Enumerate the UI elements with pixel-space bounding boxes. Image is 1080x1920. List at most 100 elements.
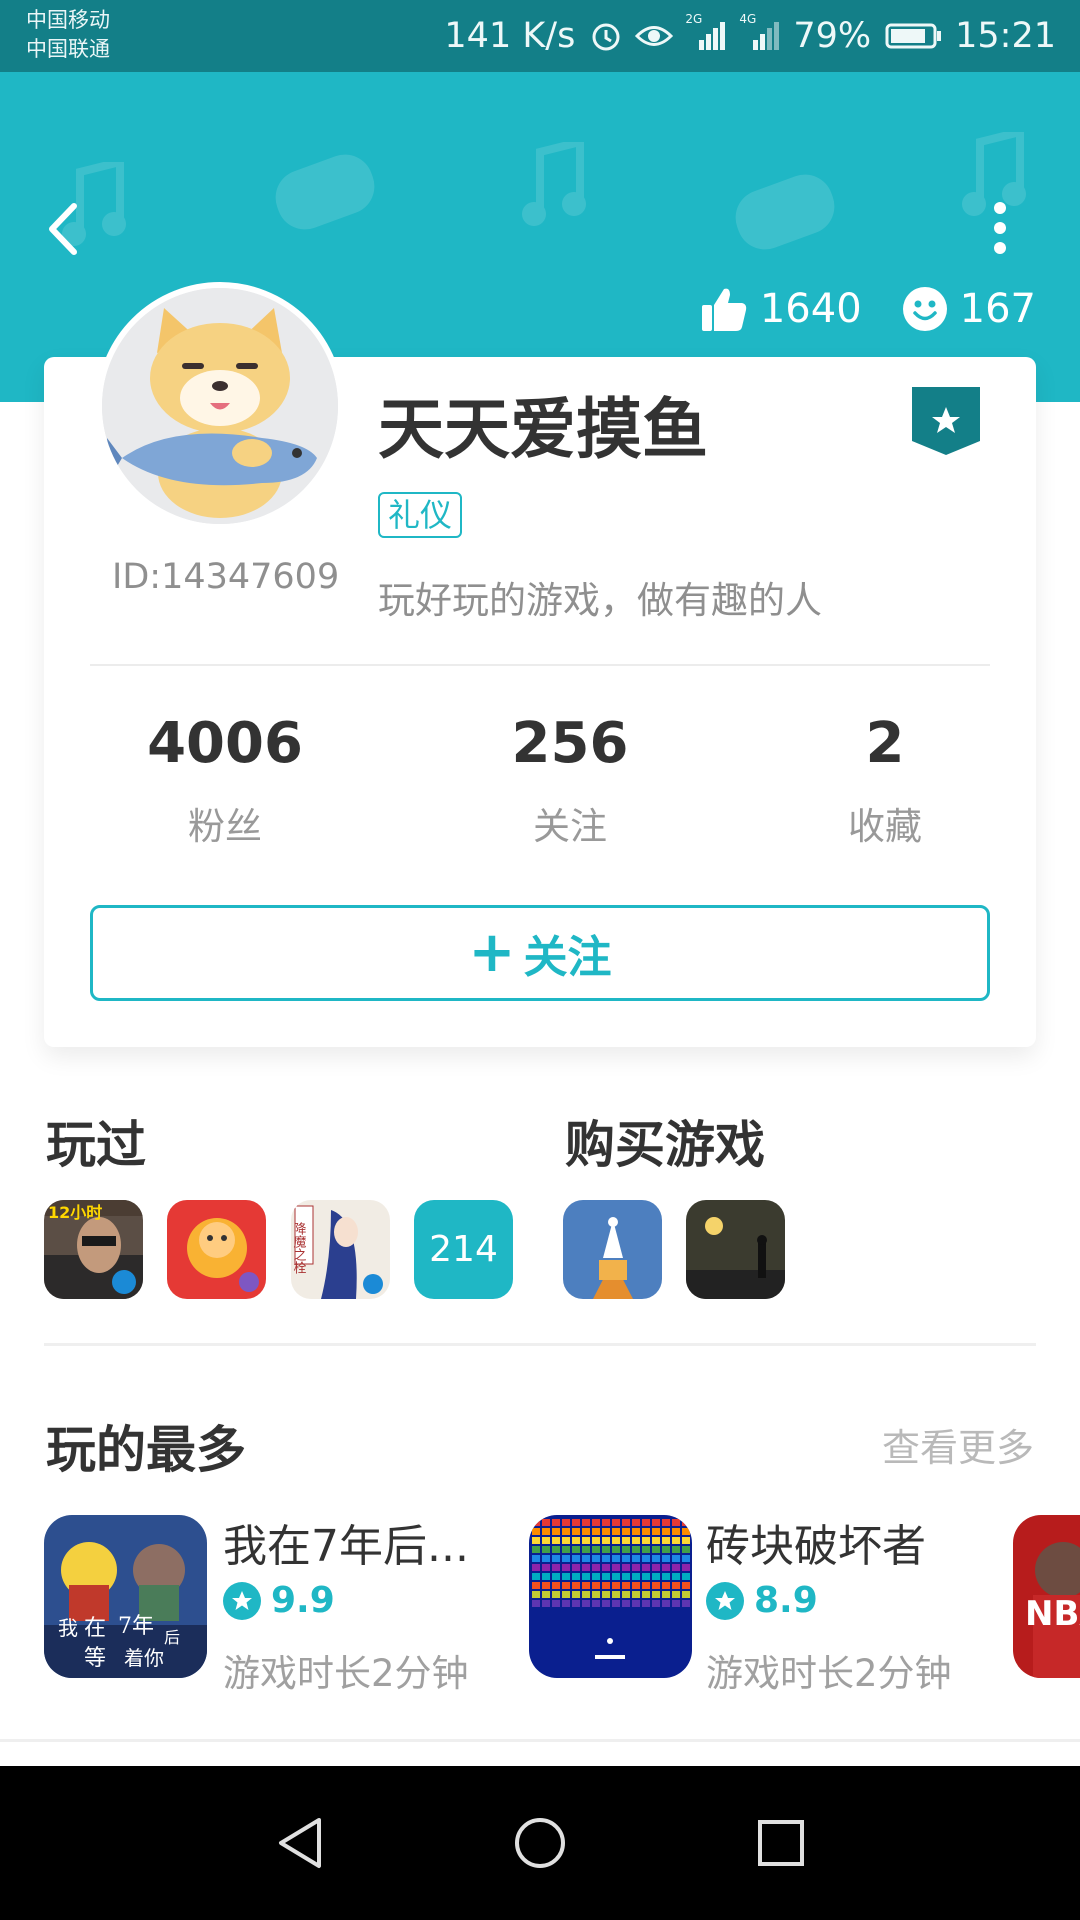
brick bbox=[622, 1546, 630, 1553]
brick bbox=[622, 1528, 630, 1535]
brick bbox=[572, 1555, 580, 1562]
brick bbox=[602, 1591, 610, 1598]
nav-home-icon[interactable] bbox=[513, 1816, 567, 1870]
brick bbox=[652, 1519, 660, 1526]
brick bbox=[632, 1519, 640, 1526]
brick bbox=[552, 1573, 560, 1580]
brick bbox=[672, 1591, 680, 1598]
see-more-link[interactable]: 查看更多 bbox=[882, 1417, 1034, 1472]
nav-back-icon[interactable] bbox=[275, 1816, 325, 1870]
rating-value: 8.9 bbox=[754, 1580, 818, 1621]
brick bbox=[582, 1582, 590, 1589]
purchased-game-icon-1[interactable] bbox=[563, 1200, 662, 1299]
icon-text: 着你 bbox=[124, 1646, 164, 1670]
stat-followers-value: 4006 bbox=[147, 711, 303, 776]
eye-icon bbox=[635, 21, 674, 51]
brick bbox=[682, 1546, 690, 1553]
brick bbox=[642, 1519, 650, 1526]
brick bbox=[602, 1519, 610, 1526]
brick bbox=[562, 1528, 570, 1535]
avatar[interactable] bbox=[96, 282, 344, 530]
brick bbox=[662, 1564, 670, 1571]
user-bio: 玩好玩的游戏，做有趣的人 bbox=[378, 579, 822, 622]
brick bbox=[642, 1537, 650, 1544]
played-more-count[interactable]: 214 bbox=[414, 1200, 513, 1299]
purchased-game-icon-2[interactable] bbox=[686, 1200, 785, 1299]
brick bbox=[572, 1546, 580, 1553]
brick bbox=[672, 1528, 680, 1535]
smiley-icon bbox=[902, 287, 947, 331]
brick bbox=[652, 1600, 660, 1607]
brick bbox=[612, 1537, 620, 1544]
brick bbox=[532, 1573, 540, 1580]
brick bbox=[652, 1591, 660, 1598]
most-played-icon-2[interactable] bbox=[529, 1515, 692, 1678]
stat-favorites[interactable]: 2 收藏 bbox=[765, 710, 1005, 850]
brick bbox=[622, 1555, 630, 1562]
brick bbox=[572, 1537, 580, 1544]
brick bbox=[632, 1564, 640, 1571]
brick bbox=[662, 1519, 670, 1526]
brick bbox=[652, 1573, 660, 1580]
brick bbox=[682, 1555, 690, 1562]
brick bbox=[552, 1582, 560, 1589]
brick bbox=[582, 1537, 590, 1544]
brick bbox=[572, 1591, 580, 1598]
brick bbox=[652, 1555, 660, 1562]
played-game-icon-3[interactable]: 降魔之栓 bbox=[291, 1200, 390, 1299]
shiba-fish-avatar-image bbox=[102, 288, 338, 524]
header-stats: 1640 167 bbox=[700, 285, 1036, 333]
bookmark-star-icon[interactable] bbox=[912, 387, 980, 457]
brick bbox=[542, 1519, 550, 1526]
brick bbox=[612, 1555, 620, 1562]
brick bbox=[622, 1591, 630, 1598]
stat-followers[interactable]: 4006 粉丝 bbox=[105, 710, 345, 850]
most-played-rating-2: 8.9 bbox=[706, 1580, 818, 1621]
brick bbox=[652, 1564, 660, 1571]
most-played-name-2[interactable]: 砖块破坏者 bbox=[706, 1510, 926, 1574]
smiles-count: 167 bbox=[902, 286, 1036, 332]
follow-button[interactable]: + 关注 bbox=[90, 905, 990, 1001]
alarm-icon bbox=[589, 19, 623, 53]
screen: { "status_bar": { "carrier_1": "中国移动", "… bbox=[0, 0, 1080, 1920]
brick bbox=[532, 1528, 540, 1535]
played-game-icon-1[interactable]: 12小时 bbox=[44, 1200, 143, 1299]
game-icon-text: 降魔之栓 bbox=[291, 1222, 306, 1274]
brick bbox=[532, 1546, 540, 1553]
more-options-icon[interactable] bbox=[980, 200, 1020, 256]
icon-text: 在 bbox=[84, 1616, 106, 1641]
nav-recents-icon[interactable] bbox=[756, 1816, 806, 1870]
brick bbox=[572, 1600, 580, 1607]
brick bbox=[672, 1537, 680, 1544]
nickname: 天天爱摸鱼 bbox=[378, 391, 708, 468]
played-section-title: 玩过 bbox=[46, 1116, 146, 1174]
most-played-time-1: 游戏时长2分钟 bbox=[223, 1652, 469, 1695]
thumbs-up-icon bbox=[701, 288, 747, 331]
star-icon bbox=[706, 1581, 744, 1620]
brick bbox=[532, 1591, 540, 1598]
brick bbox=[542, 1546, 550, 1553]
brick bbox=[582, 1573, 590, 1580]
brick bbox=[532, 1600, 540, 1607]
brick bbox=[602, 1537, 610, 1544]
signal-2g-icon: 2G bbox=[685, 12, 727, 52]
star-icon bbox=[223, 1581, 261, 1620]
brick bbox=[652, 1546, 660, 1553]
signal-4g-label: 4G bbox=[739, 12, 757, 26]
most-played-icon-1[interactable]: 我在 7年后等着你 bbox=[44, 1515, 207, 1678]
played-game-icon-2[interactable] bbox=[167, 1200, 266, 1299]
most-played-rating-1: 9.9 bbox=[223, 1580, 335, 1621]
brick bbox=[532, 1582, 540, 1589]
stat-following[interactable]: 256 关注 bbox=[450, 710, 690, 850]
gamepad-decoration-icon bbox=[275, 154, 375, 230]
brick bbox=[662, 1573, 670, 1580]
back-arrow-icon[interactable] bbox=[40, 202, 90, 256]
most-played-icon-3[interactable]: NBA bbox=[1013, 1515, 1080, 1678]
brick bbox=[652, 1537, 660, 1544]
brick bbox=[582, 1591, 590, 1598]
brick bbox=[592, 1528, 600, 1535]
brick bbox=[552, 1528, 560, 1535]
most-played-name-1[interactable]: 我在7年后... bbox=[223, 1510, 469, 1574]
brick bbox=[672, 1546, 680, 1553]
brick bbox=[682, 1528, 690, 1535]
